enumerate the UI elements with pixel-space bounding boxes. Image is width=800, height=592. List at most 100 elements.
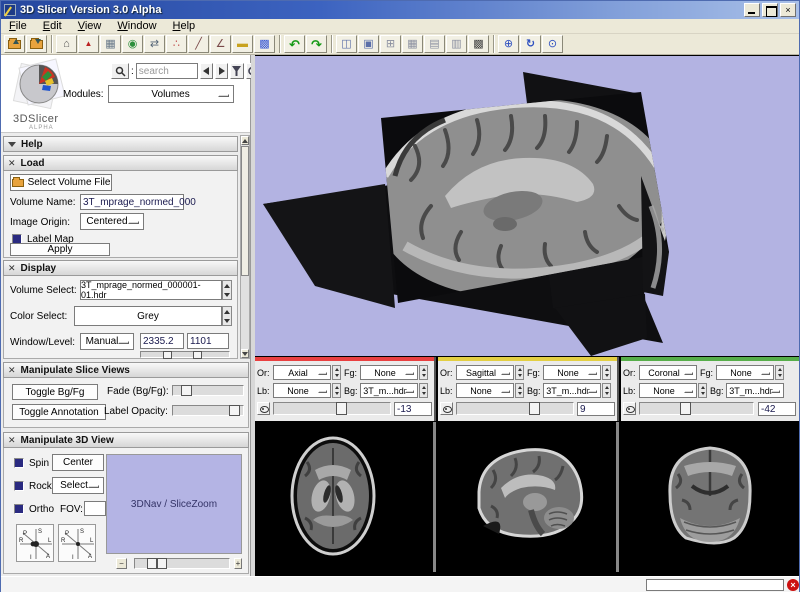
label-opacity-thumb[interactable]	[229, 405, 240, 416]
sagittal-slice-slider[interactable]	[456, 402, 574, 415]
coronal-offset-input[interactable]: -42	[758, 402, 796, 416]
search-input[interactable]	[136, 63, 198, 79]
section-manipulate-3d[interactable]: ✕ Manipulate 3D View	[3, 432, 249, 448]
spin-checkbox[interactable]	[14, 458, 24, 468]
sagittal-lb-spinner[interactable]	[515, 383, 524, 398]
window-value-input[interactable]: 2335.2	[140, 333, 184, 349]
coronal-lb-dropdown[interactable]: None	[639, 383, 697, 398]
axis-orientation-widget[interactable]: P S L A I R	[16, 524, 54, 562]
fov-input[interactable]	[84, 501, 106, 516]
axial-slice-viewer[interactable]	[255, 422, 436, 572]
coronal-slice-thumb[interactable]	[680, 402, 691, 415]
sagittal-offset-input[interactable]: 9	[577, 402, 615, 416]
color-select-combo[interactable]: Grey	[74, 306, 222, 326]
measure-angle-button[interactable]: ∠	[210, 35, 231, 53]
sagittal-bg-dropdown[interactable]: 3T_m...hdr	[543, 383, 601, 398]
axial-or-spinner[interactable]	[332, 365, 341, 380]
sagittal-lb-dropdown[interactable]: None	[456, 383, 514, 398]
3dnav-thumb-b[interactable]	[157, 558, 167, 569]
fiducial-person-button[interactable]: ⊙	[542, 35, 563, 53]
axial-slice-thumb[interactable]	[336, 402, 347, 415]
crosshair-button[interactable]: ⊕	[498, 35, 519, 53]
menu-view[interactable]: View	[70, 20, 110, 32]
axial-offset-input[interactable]: -13	[394, 402, 432, 416]
modules-data-button[interactable]: ▲	[78, 35, 99, 53]
rock-checkbox[interactable]	[14, 481, 24, 491]
save-scene-button[interactable]	[26, 35, 47, 53]
measure-line-button[interactable]: ╱	[188, 35, 209, 53]
axial-orientation-dropdown[interactable]: Axial	[273, 365, 331, 380]
toggle-bgfg-button[interactable]: Toggle Bg/Fg	[12, 384, 98, 400]
rotate-view-button[interactable]: ↻	[520, 35, 541, 53]
scroll-down-button[interactable]	[241, 349, 249, 358]
sagittal-visibility-button[interactable]	[440, 402, 453, 415]
sagittal-slice-viewer[interactable]	[439, 422, 619, 572]
search-prev-button[interactable]	[200, 63, 213, 79]
level-value-input[interactable]: 1101	[187, 333, 229, 349]
volume-name-input[interactable]: 3T_mprage_normed_000	[80, 194, 184, 210]
modules-transforms-button[interactable]: ⇄	[144, 35, 165, 53]
zoom-out-button[interactable]: −	[116, 558, 127, 569]
3dnav-slicezoom-box[interactable]: 3DNav / SliceZoom	[106, 454, 242, 554]
label-opacity-slider[interactable]	[172, 405, 244, 416]
section-help[interactable]: Help	[3, 136, 238, 152]
sagittal-fg-dropdown[interactable]: None	[543, 365, 601, 380]
section-display[interactable]: ✕ Display	[3, 260, 238, 276]
center-button[interactable]: Center	[52, 454, 104, 471]
menu-window[interactable]: Window	[109, 20, 164, 32]
modules-volumes-button[interactable]: ▦	[100, 35, 121, 53]
section-manipulate-slice[interactable]: ✕ Manipulate Slice Views	[3, 362, 249, 378]
sagittal-or-spinner[interactable]	[515, 365, 524, 380]
sagittal-orientation-dropdown[interactable]: Sagittal	[456, 365, 514, 380]
colors-button[interactable]: ▩	[254, 35, 275, 53]
apply-button[interactable]: Apply	[10, 243, 110, 256]
window-level-range-slider[interactable]	[140, 351, 230, 358]
range-thumb-high[interactable]	[193, 351, 202, 359]
axial-lb-dropdown[interactable]: None	[273, 383, 331, 398]
scroll-thumb[interactable]	[241, 146, 249, 276]
sagittal-bg-spinner[interactable]	[602, 383, 611, 398]
axial-lb-spinner[interactable]	[332, 383, 341, 398]
status-progress-field[interactable]	[646, 579, 784, 591]
axis-orientation-widget[interactable]: P S L A I R	[58, 524, 96, 562]
layout-compare-button[interactable]: ▩	[468, 35, 489, 53]
axial-fg-spinner[interactable]	[419, 365, 428, 380]
menu-file[interactable]: File	[1, 20, 35, 32]
home-button[interactable]: ⌂	[56, 35, 77, 53]
coronal-slice-viewer[interactable]	[622, 422, 799, 572]
axial-slice-slider[interactable]	[273, 402, 391, 415]
rock-select-dropdown[interactable]: Select	[52, 477, 104, 494]
coronal-slice-slider[interactable]	[639, 402, 754, 415]
close-button[interactable]: ×	[780, 3, 796, 17]
modules-models-button[interactable]: ◉	[122, 35, 143, 53]
axial-bg-dropdown[interactable]: 3T_m...hdr	[360, 383, 418, 398]
coronal-lb-spinner[interactable]	[698, 383, 707, 398]
color-select-spinner[interactable]	[222, 306, 232, 326]
toggle-annotation-button[interactable]: Toggle Annotation	[12, 404, 106, 420]
ortho-checkbox[interactable]	[14, 504, 24, 514]
3dnav-thumb-a[interactable]	[147, 558, 157, 569]
search-next-button[interactable]	[215, 63, 228, 79]
title-bar[interactable]: 3D Slicer Version 3.0 Alpha ×	[1, 1, 799, 19]
load-scene-button[interactable]	[4, 35, 25, 53]
scroll-up-button[interactable]	[241, 136, 249, 145]
coronal-bg-dropdown[interactable]: 3T_m...hdr	[726, 383, 784, 398]
image-origin-dropdown[interactable]: Centered	[80, 213, 144, 230]
coronal-visibility-button[interactable]	[623, 402, 636, 415]
sagittal-slice-thumb[interactable]	[529, 402, 540, 415]
module-panel-scrollbar[interactable]	[240, 135, 250, 359]
modules-fiducials-button[interactable]: ∴	[166, 35, 187, 53]
layout-quad-button[interactable]: ▦	[402, 35, 423, 53]
search-history-button[interactable]	[230, 63, 244, 79]
range-thumb-low[interactable]	[163, 351, 172, 359]
coronal-fg-dropdown[interactable]: None	[716, 365, 774, 380]
minimize-button[interactable]	[744, 3, 760, 17]
3dnav-slider[interactable]	[134, 558, 230, 569]
fade-thumb[interactable]	[181, 385, 192, 396]
layout-3d-only-button[interactable]: ▣	[358, 35, 379, 53]
volume-select-spinner[interactable]	[222, 280, 232, 300]
error-log-button[interactable]: ×	[787, 579, 799, 591]
redo-button[interactable]: ↷	[306, 35, 327, 53]
maximize-button[interactable]	[762, 3, 778, 17]
window-level-mode-dropdown[interactable]: Manual	[80, 333, 134, 350]
